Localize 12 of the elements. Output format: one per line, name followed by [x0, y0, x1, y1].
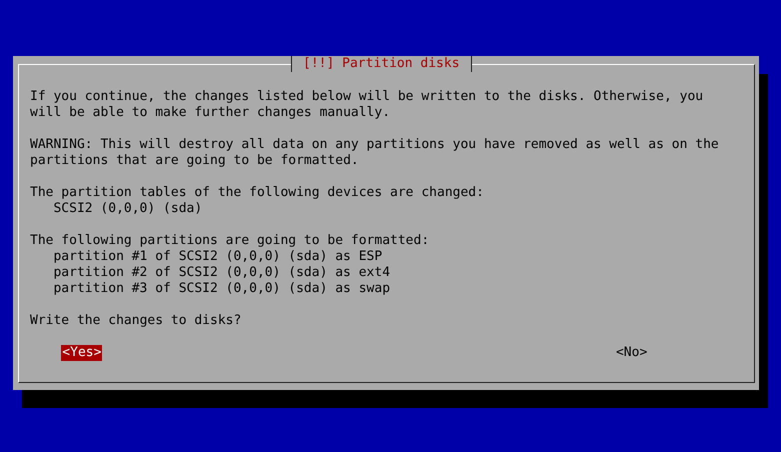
message-text: The partition tables of the following devices are changed:: [30, 185, 485, 201]
dialog-title: [!!] Partition disks: [291, 56, 472, 72]
no-button[interactable]: <No>: [614, 345, 648, 361]
message-text: If you continue, the changes listed below will be written to the disks. Otherwise, you will be able to make further changes manually.: [30, 89, 704, 121]
list-item-text: partition #2 of SCSI2 (0,0,0) (sda) as ext4: [52, 265, 392, 281]
message-text: The following partitions are going to be formatted:: [30, 233, 430, 249]
list-item-text: SCSI2 (0,0,0) (sda): [52, 201, 204, 217]
list-item-text: partition #3 of SCSI2 (0,0,0) (sda) as swap: [52, 281, 392, 297]
list-item-text: partition #1 of SCSI2 (0,0,0) (sda) as ESP: [52, 249, 384, 265]
message-text: WARNING: This will destroy all data on any partitions you have removed as well as on the partitions that are going to be formatted.: [30, 137, 719, 169]
message-text: Write the changes to disks?: [30, 313, 242, 329]
yes-button[interactable]: <Yes>: [61, 345, 102, 361]
